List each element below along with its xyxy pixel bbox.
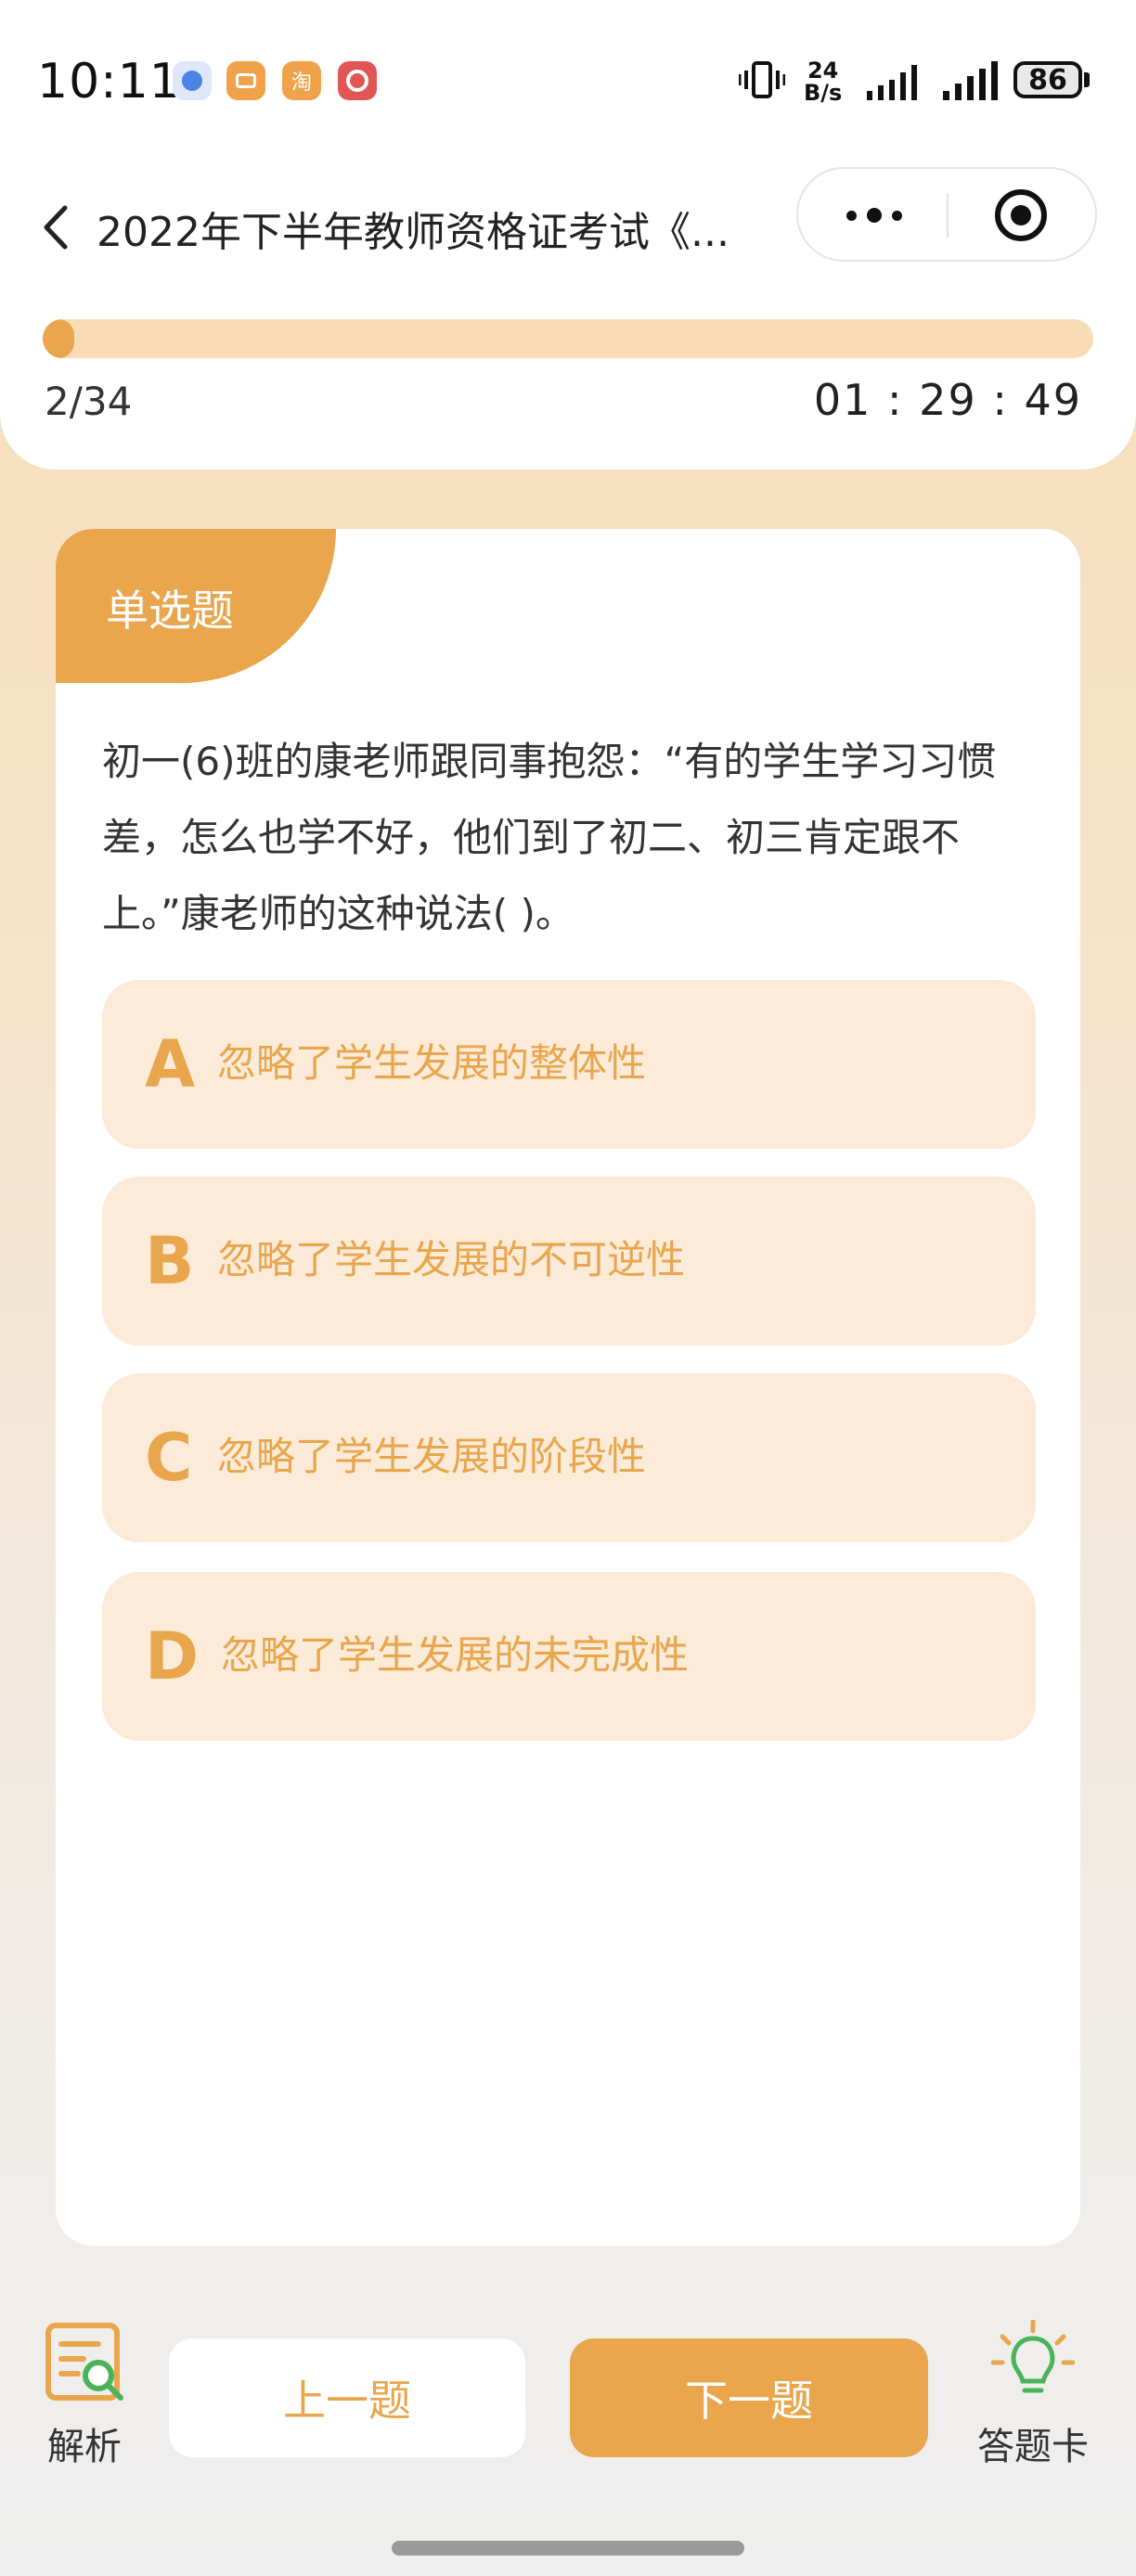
back-icon[interactable]	[37, 204, 74, 251]
bottom-bar: 解析 上一题 下一题 答题卡	[0, 2301, 1136, 2487]
option-letter: A	[145, 1026, 196, 1102]
option-b[interactable]: B 忽略了学生发展的不可逆性	[102, 1177, 1036, 1346]
option-a[interactable]: A 忽略了学生发展的整体性	[102, 980, 1036, 1149]
countdown-timer: 01 : 29 : 49	[813, 375, 1082, 425]
answer-card-button[interactable]: 答题卡	[973, 2319, 1093, 2470]
next-question-button[interactable]: 下一题	[570, 2338, 928, 2457]
close-target-icon[interactable]	[995, 189, 1047, 241]
question-card: 单选题 初一(6)班的康老师跟同事抱怨：“有的学生学习习惯差，怎么也学不好，他们…	[56, 529, 1080, 2246]
net-speed-value: 24	[807, 58, 839, 84]
option-letter: D	[145, 1618, 200, 1694]
option-text: 忽略了学生发展的未完成性	[221, 1632, 690, 1678]
battery-level: 86	[1028, 63, 1067, 97]
analysis-label: 解析	[47, 2426, 122, 2468]
page-title: 2022年下半年教师资格证考试《...	[97, 209, 729, 256]
capsule-divider	[947, 193, 949, 238]
progress-fill	[43, 319, 74, 358]
battery-tip	[1084, 72, 1090, 87]
answer-card-label: 答题卡	[977, 2426, 1089, 2468]
net-speed: 24 B/s	[804, 59, 842, 104]
home-indicator[interactable]	[392, 2541, 744, 2556]
option-c[interactable]: C 忽略了学生发展的阶段性	[102, 1373, 1036, 1542]
message-app-icon	[226, 61, 265, 100]
nav-bar: 2022年下半年教师资格证考试《...	[0, 158, 1136, 297]
progress-count: 2/34	[45, 379, 133, 424]
option-letter: B	[145, 1223, 195, 1299]
lightbulb-icon	[990, 2319, 1076, 2393]
status-time: 10:11	[37, 54, 181, 109]
signal-icon	[867, 65, 917, 100]
bank-app-icon	[338, 61, 377, 100]
question-type-badge: 单选题	[56, 529, 336, 683]
more-icon[interactable]	[846, 202, 902, 228]
mini-program-capsule	[796, 167, 1097, 262]
battery-icon: 86	[1013, 61, 1082, 98]
vibrate-icon	[739, 61, 785, 98]
option-letter: C	[145, 1420, 193, 1496]
prev-question-button[interactable]: 上一题	[169, 2338, 525, 2457]
option-d[interactable]: D 忽略了学生发展的未完成性	[102, 1572, 1036, 1741]
analysis-icon	[45, 2323, 123, 2401]
status-bar: 10:11 淘 24 B/s 86	[0, 0, 1136, 158]
analysis-button[interactable]: 解析	[24, 2320, 145, 2470]
taobao-app-icon: 淘	[282, 61, 321, 100]
blue-app-icon	[173, 61, 212, 100]
option-text: 忽略了学生发展的整体性	[217, 1040, 647, 1086]
net-speed-unit: B/s	[804, 80, 843, 106]
option-text: 忽略了学生发展的不可逆性	[217, 1237, 686, 1282]
signal-icon-2	[943, 61, 998, 100]
progress-bar	[43, 319, 1093, 358]
question-stem: 初一(6)班的康老师跟同事抱怨：“有的学生学习习惯差，怎么也学不好，他们到了初二…	[102, 739, 997, 936]
option-text: 忽略了学生发展的阶段性	[217, 1434, 647, 1479]
question-type-label: 单选题	[106, 586, 234, 636]
